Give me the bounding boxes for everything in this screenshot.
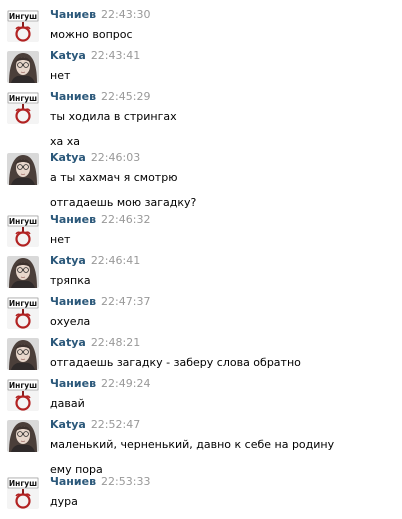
avatar-katya[interactable] <box>7 256 39 288</box>
avatar-chaniev[interactable]: Ингуш <box>7 477 39 509</box>
message-text: ха ха <box>50 135 80 148</box>
message-time: 22:53:33 <box>101 475 151 488</box>
message-time: 22:46:03 <box>90 151 141 164</box>
message-header: Чаниев 22:45:29 <box>50 90 150 104</box>
message-time: 22:43:30 <box>101 8 151 21</box>
avatar-katya[interactable] <box>7 420 39 452</box>
avatar-chaniev[interactable]: Ингуш <box>7 10 39 42</box>
badge-label: Ингуш <box>9 217 37 226</box>
author-name[interactable]: Katya <box>50 254 86 267</box>
message-text: тряпка <box>50 274 91 287</box>
message-header: Katya 22:43:41 <box>50 49 140 63</box>
message-text: отгадаешь мою загадку? <box>50 196 197 209</box>
message-time: 22:45:29 <box>101 90 151 103</box>
message-text: ты ходила в стрингах <box>50 110 177 123</box>
message-header: Katya 22:46:03 <box>50 151 140 165</box>
message-header: Чаниев 22:49:24 <box>50 377 150 391</box>
author-name[interactable]: Чаниев <box>50 377 96 390</box>
message-time: 22:46:41 <box>90 254 141 267</box>
message-time: 22:52:47 <box>90 418 141 431</box>
badge-label: Ингуш <box>9 381 37 390</box>
author-name[interactable]: Katya <box>50 49 86 62</box>
message-text: нет <box>50 69 71 82</box>
author-name[interactable]: Чаниев <box>50 8 96 21</box>
message-time: 22:48:21 <box>90 336 141 349</box>
avatar-chaniev[interactable]: Ингуш <box>7 215 39 247</box>
message-time: 22:43:41 <box>90 49 141 62</box>
message-text: а ты хахмач я смотрю <box>50 171 178 184</box>
avatar-chaniev[interactable]: Ингуш <box>7 379 39 411</box>
author-name[interactable]: Чаниев <box>50 90 96 103</box>
author-name[interactable]: Чаниев <box>50 213 96 226</box>
message-time: 22:49:24 <box>101 377 151 390</box>
message-header: Чаниев 22:46:32 <box>50 213 150 227</box>
message-text: дура <box>50 495 78 508</box>
message-header: Чаниев 22:53:33 <box>50 475 150 489</box>
message-header: Katya 22:46:41 <box>50 254 140 268</box>
message-time: 22:47:37 <box>101 295 151 308</box>
avatar-katya[interactable] <box>7 338 39 370</box>
badge-label: Ингуш <box>9 479 37 488</box>
author-name[interactable]: Katya <box>50 336 86 349</box>
message-time: 22:46:32 <box>101 213 151 226</box>
author-name[interactable]: Katya <box>50 151 86 164</box>
message-text: маленький, черненький, давно к себе на р… <box>50 438 335 451</box>
message-text: нет <box>50 233 71 246</box>
message-header: Katya 22:52:47 <box>50 418 140 432</box>
badge-label: Ингуш <box>9 299 37 308</box>
avatar-katya[interactable] <box>7 153 39 185</box>
avatar-chaniev[interactable]: Ингуш <box>7 297 39 329</box>
badge-label: Ингуш <box>9 94 37 103</box>
badge-label: Ингуш <box>9 12 37 21</box>
message-header: Katya 22:48:21 <box>50 336 140 350</box>
message-header: Чаниев 22:43:30 <box>50 8 150 22</box>
message-text: охуела <box>50 315 91 328</box>
message-text: можно вопрос <box>50 28 133 41</box>
author-name[interactable]: Katya <box>50 418 86 431</box>
message-text: отгадаешь загадку - заберу слова обратно <box>50 356 301 369</box>
avatar-katya[interactable] <box>7 51 39 83</box>
avatar-chaniev[interactable]: Ингуш <box>7 92 39 124</box>
message-header: Чаниев 22:47:37 <box>50 295 150 309</box>
author-name[interactable]: Чаниев <box>50 475 96 488</box>
message-text: давай <box>50 397 85 410</box>
author-name[interactable]: Чаниев <box>50 295 96 308</box>
